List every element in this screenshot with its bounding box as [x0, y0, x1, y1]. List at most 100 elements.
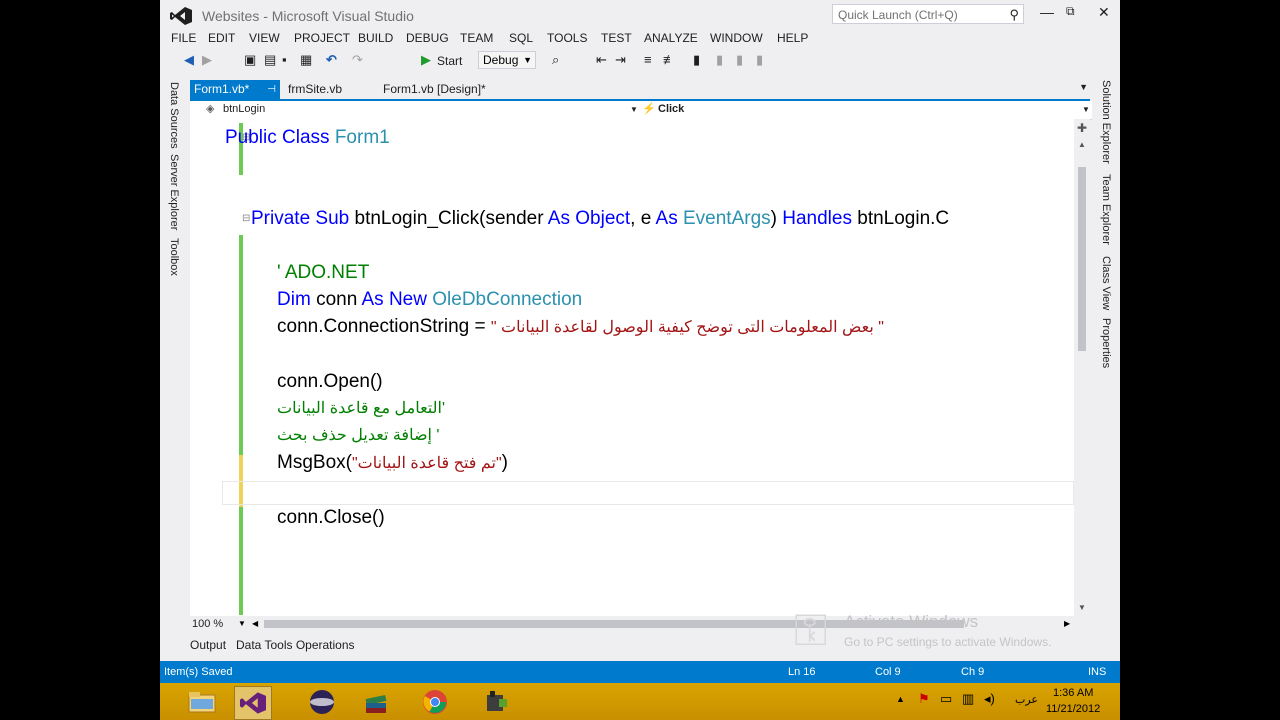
menu-help[interactable]: HELP [777, 31, 808, 45]
action-center-icon[interactable]: ⚑ [918, 691, 930, 707]
menu-build[interactable]: BUILD [358, 31, 393, 45]
restore-button[interactable]: ⧉ [1066, 4, 1075, 19]
tab-overflow-icon[interactable]: ▼ [1079, 82, 1088, 92]
language-indicator[interactable]: عرب [1015, 693, 1038, 706]
tab-output[interactable]: Output [190, 638, 226, 652]
outdent-icon[interactable]: ⇥ [615, 52, 626, 68]
menu-tools[interactable]: TOOLS [547, 31, 587, 45]
prev-bookmark-icon[interactable]: ▮ [716, 52, 723, 68]
menu-window[interactable]: WINDOW [710, 31, 763, 45]
network-icon[interactable]: ▥ [962, 691, 974, 707]
code-line-sub: Private Sub btnLogin_Click(sender As Obj… [251, 208, 950, 229]
find-icon[interactable]: ⌕ [552, 52, 559, 68]
status-column: Col 9 [875, 666, 901, 678]
standard-toolbar: ◀ ▶ ▣ ▤ ▪ ▦ ↶ ↷ ▶ Start Debug ▼ ⌕ ⇤ ⇥ ≡ … [160, 50, 1120, 72]
menu-project[interactable]: PROJECT [294, 31, 350, 45]
show-hidden-icons-icon[interactable]: ▲ [896, 694, 905, 704]
close-button[interactable]: ✕ [1098, 4, 1110, 21]
visual-studio-logo-icon [170, 7, 192, 25]
chrome-icon[interactable] [417, 686, 453, 718]
books-app-icon[interactable] [358, 686, 394, 718]
scroll-up-icon[interactable]: ▲ [1078, 140, 1086, 149]
tab-form1-vb[interactable]: Form1.vb* ⊣ [190, 80, 280, 99]
open-file-icon[interactable]: ▤ [264, 52, 276, 68]
code-editor[interactable]: ⊟ ⊟ Public Class Form1 Private Sub btnLo… [190, 119, 1074, 616]
menu-sql[interactable]: SQL [509, 31, 533, 45]
back-icon[interactable]: ◀ [184, 52, 194, 68]
properties-tab[interactable]: Properties [1100, 318, 1112, 368]
quick-launch-input[interactable]: Quick Launch (Ctrl+Q) ⚲ [832, 4, 1024, 24]
start-button[interactable]: Start [437, 54, 462, 68]
uncomment-icon[interactable]: ≢ [663, 52, 676, 67]
toolbox-tab[interactable]: Toolbox [168, 238, 180, 276]
server-explorer-tab[interactable]: Server Explorer [168, 154, 180, 230]
bookmark-icon[interactable]: ▮ [693, 52, 700, 68]
tab-form1-design[interactable]: Form1.vb [Design]* [379, 80, 490, 99]
pin-icon[interactable]: ⊣ [267, 80, 276, 99]
data-sources-tab[interactable]: Data Sources [168, 82, 180, 149]
document-tabs: Form1.vb* ⊣ frmSite.vb Form1.vb [Design]… [190, 80, 1090, 99]
save-icon[interactable]: ▪ [282, 52, 287, 67]
next-bookmark-icon[interactable]: ▮ [736, 52, 743, 68]
camtasia-icon[interactable] [478, 686, 514, 718]
tab-frmsite-vb[interactable]: frmSite.vb [284, 80, 346, 99]
code-line-class: Public Class Form1 [225, 127, 390, 148]
menu-file[interactable]: FILE [171, 31, 196, 45]
right-panel-strip: Solution Explorer Team Explorer Class Vi… [1092, 78, 1120, 618]
change-marker [239, 235, 243, 455]
clear-bookmarks-icon[interactable]: ▮ [756, 52, 763, 68]
clock-time[interactable]: 1:36 AM [1053, 687, 1093, 699]
status-insert-mode: INS [1088, 666, 1107, 678]
undo-icon[interactable]: ↶ [326, 52, 337, 68]
configuration-select[interactable]: Debug ▼ [478, 51, 536, 69]
configuration-value: Debug [483, 53, 519, 67]
chevron-down-icon[interactable]: ▼ [238, 619, 246, 628]
visual-studio-window: Websites - Microsoft Visual Studio Quick… [160, 0, 1120, 683]
window-title: Websites - Microsoft Visual Studio [202, 8, 414, 24]
object-select[interactable]: btnLogin [223, 103, 265, 115]
vertical-scrollbar[interactable]: ✚ ▲ ▼ [1074, 119, 1090, 616]
split-icon[interactable]: ✚ [1077, 121, 1087, 135]
menu-team[interactable]: TEAM [460, 31, 493, 45]
menu-analyze[interactable]: ANALYZE [644, 31, 698, 45]
clock-date[interactable]: 11/21/2012 [1046, 703, 1100, 715]
code-line-comment-arabic-1: 'التعامل مع قاعدة البيانات [277, 400, 445, 417]
forward-icon[interactable]: ▶ [202, 52, 212, 68]
start-icon[interactable]: ▶ [421, 52, 431, 68]
chevron-down-icon[interactable]: ▼ [630, 105, 638, 114]
minimize-button[interactable]: — [1040, 4, 1054, 20]
scroll-down-icon[interactable]: ▼ [1078, 603, 1086, 612]
chevron-down-icon[interactable]: ▼ [1082, 105, 1090, 114]
volume-icon[interactable]: ◂) [984, 691, 995, 707]
tab-data-tools-operations[interactable]: Data Tools Operations [236, 638, 355, 652]
class-view-tab[interactable]: Class View [1100, 256, 1112, 310]
scroll-left-icon[interactable]: ◀ [252, 619, 258, 628]
menu-view[interactable]: VIEW [249, 31, 280, 45]
team-explorer-tab[interactable]: Team Explorer [1100, 174, 1112, 245]
scroll-right-icon[interactable]: ▶ [1064, 619, 1070, 628]
comment-icon[interactable]: ≡ [644, 52, 652, 67]
status-line: Ln 16 [788, 666, 816, 678]
windows-taskbar: ▲ ⚑ ▭ ▥ ◂) عرب 1:36 AM 11/21/2012 [160, 683, 1120, 720]
display-icon[interactable]: ▭ [940, 691, 952, 707]
key-icon: ⚿ [794, 606, 828, 655]
file-explorer-icon[interactable] [184, 686, 220, 718]
quick-launch-placeholder: Quick Launch (Ctrl+Q) [838, 8, 958, 22]
menu-debug[interactable]: DEBUG [406, 31, 449, 45]
collapse-sub-icon[interactable]: ⊟ [242, 213, 250, 224]
member-select[interactable]: Click [658, 103, 684, 115]
search-icon: ⚲ [1009, 7, 1019, 22]
redo-icon[interactable]: ↷ [352, 52, 363, 68]
code-line-msgbox: MsgBox("تم فتح قاعدة البيانات") [277, 452, 508, 473]
eclipse-icon[interactable] [304, 686, 340, 718]
menu-edit[interactable]: EDIT [208, 31, 235, 45]
indent-icon[interactable]: ⇤ [596, 52, 607, 68]
left-panel-strip: Data Sources Server Explorer Toolbox [160, 78, 188, 618]
menu-test[interactable]: TEST [601, 31, 632, 45]
visual-studio-taskbar-icon[interactable] [234, 686, 272, 720]
new-project-icon[interactable]: ▣ [244, 52, 256, 68]
save-all-icon[interactable]: ▦ [300, 52, 312, 68]
zoom-level[interactable]: 100 % [192, 618, 223, 630]
solution-explorer-tab[interactable]: Solution Explorer [1100, 80, 1112, 164]
scroll-thumb[interactable] [1078, 167, 1086, 351]
